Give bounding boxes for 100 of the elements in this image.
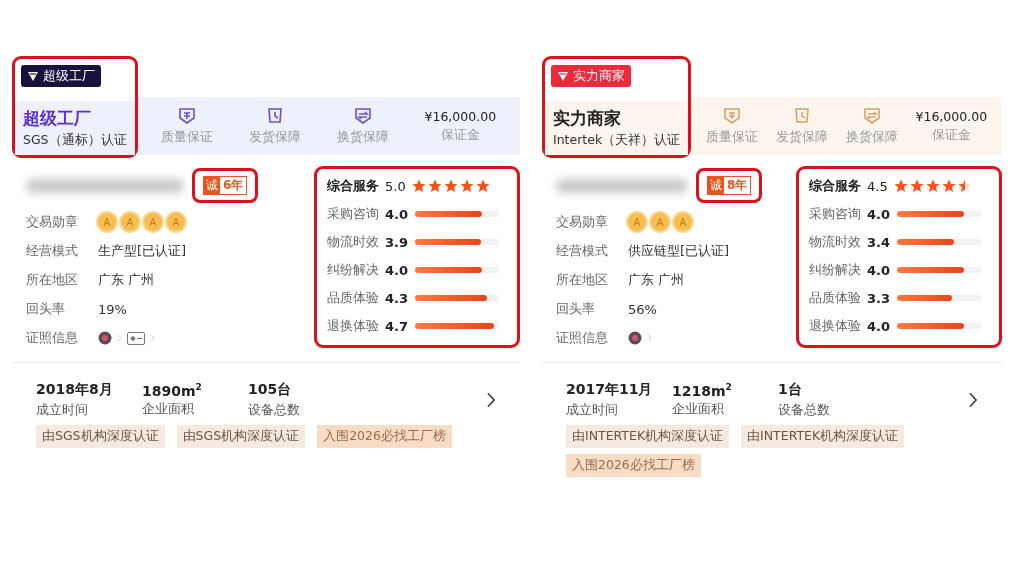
rating-score: 4.0 (385, 206, 409, 222)
star-icon (893, 179, 908, 193)
info-label: 回头率 (556, 300, 596, 318)
info-value: 56% (628, 301, 657, 317)
star-icon (957, 179, 972, 193)
badge-label: 超级工厂 (43, 67, 95, 85)
rating-label: 采购咨询 (327, 205, 379, 223)
rating-score: 4.7 (385, 318, 409, 334)
rating-label: 纠纷解决 (809, 261, 861, 279)
years-badge: 诚 8年 (707, 176, 752, 195)
service-score: 5.0 (385, 178, 406, 194)
medal-icon: A (674, 213, 692, 231)
tier-title: 实力商家 (553, 107, 622, 130)
certification-tag: 由INTERTEK机构深度认证 (741, 425, 905, 448)
rating-score: 4.0 (867, 318, 891, 334)
exchange-icon (352, 106, 373, 126)
stat-label: 成立时间 (566, 402, 619, 419)
deposit-amount: ¥16,000.00 (424, 108, 497, 124)
stat-label: 企业面积 (142, 401, 195, 419)
info-label: 交易勋章 (26, 213, 79, 231)
guarantee-label: 质量保证 (161, 129, 214, 146)
stat-label: 成立时间 (36, 402, 89, 419)
info-label: 所在地区 (26, 271, 79, 289)
rating-label: 退换体验 (327, 317, 379, 335)
star-icon (941, 179, 956, 193)
guarantee-label: 发货保障 (249, 129, 302, 146)
stat-value: 1台 (778, 381, 803, 399)
chevron-right-icon (968, 392, 978, 408)
tier-title: 超级工厂 (23, 107, 92, 130)
badge-label: 实力商家 (573, 67, 625, 85)
info-label: 证照信息 (26, 329, 79, 347)
star-icon (909, 179, 924, 193)
stat-value: 105台 (248, 381, 293, 399)
deposit-amount: ¥16,000.00 (915, 108, 988, 124)
service-label: 综合服务 (809, 177, 861, 195)
medal-icon: A (98, 213, 116, 231)
deposit-label: 保证金 (931, 126, 971, 144)
star-icon (443, 179, 458, 193)
stat-value: 1890m$^{2}$ (142, 381, 203, 399)
seal-icon (628, 331, 642, 345)
guarantee-label: 换货保障 (845, 129, 898, 146)
badge-icon (557, 70, 569, 82)
star-icon (925, 179, 940, 193)
deposit-label: 保证金 (440, 126, 480, 144)
service-label: 综合服务 (327, 177, 379, 195)
shield-icon (722, 106, 743, 126)
certification-text: Intertek（天祥）认证 (553, 132, 681, 149)
stat-value: 2017年11月 (566, 381, 654, 399)
info-label: 经营模式 (556, 242, 609, 260)
info-value: 19% (98, 301, 127, 317)
guarantee-label: 发货保障 (775, 129, 828, 146)
rating-score: 3.9 (385, 234, 409, 250)
star-icon (459, 179, 474, 193)
chevron-right-icon (150, 334, 155, 342)
service-score: 4.5 (867, 178, 888, 194)
info-value: 生产型[已认证] (98, 242, 187, 260)
info-label: 证照信息 (556, 329, 609, 347)
info-label: 经营模式 (26, 242, 79, 260)
rating-label: 物流时效 (809, 233, 861, 251)
chevron-right-icon (486, 392, 496, 408)
star-icon (411, 179, 426, 193)
stat-label: 设备总数 (778, 402, 831, 419)
stat-value: 2018年8月 (36, 381, 114, 399)
certification-tag: 由INTERTEK机构深度认证 (566, 425, 730, 448)
years-badge: 诚 6年 (203, 176, 248, 195)
rating-label: 纠纷解决 (327, 261, 379, 279)
rating-label: 品质体验 (327, 289, 379, 307)
info-value: 供应链型[已认证] (628, 242, 730, 260)
certification-tag: 入围2026必找工厂榜 (566, 454, 701, 477)
certification-tag: 由SGS机构深度认证 (36, 425, 165, 448)
shield-icon (177, 106, 198, 126)
rating-score: 4.0 (385, 262, 409, 278)
info-value: 广东 广州 (98, 271, 155, 289)
star-icon (475, 179, 490, 193)
badge-icon (27, 70, 39, 82)
medal-icon: A (121, 213, 139, 231)
rating-label: 采购咨询 (809, 205, 861, 223)
medal-icon: A (144, 213, 162, 231)
seal-icon (98, 331, 112, 345)
rating-score: 4.3 (385, 290, 409, 306)
rating-label: 退换体验 (809, 317, 861, 335)
certification-tag: 入围2026必找工厂榜 (317, 425, 452, 448)
guarantee-label: 换货保障 (336, 129, 389, 146)
certification-text: SGS（通标）认证 (23, 132, 127, 149)
chevron-right-icon (117, 334, 122, 342)
medal-icon: A (628, 213, 646, 231)
rating-score: 3.4 (867, 234, 891, 250)
stat-value: 1218m$^{2}$ (672, 381, 733, 399)
license-icon (127, 331, 145, 345)
medal-icon: A (651, 213, 669, 231)
chevron-right-icon (647, 334, 652, 342)
star-icon (427, 179, 442, 193)
rating-score: 4.0 (867, 262, 891, 278)
rating-score: 4.0 (867, 206, 891, 222)
stat-label: 企业面积 (672, 401, 725, 419)
guarantee-label: 质量保证 (706, 129, 759, 146)
exchange-icon (861, 106, 882, 126)
rating-label: 品质体验 (809, 289, 861, 307)
info-label: 所在地区 (556, 271, 609, 289)
info-value: 广东 广州 (628, 271, 685, 289)
